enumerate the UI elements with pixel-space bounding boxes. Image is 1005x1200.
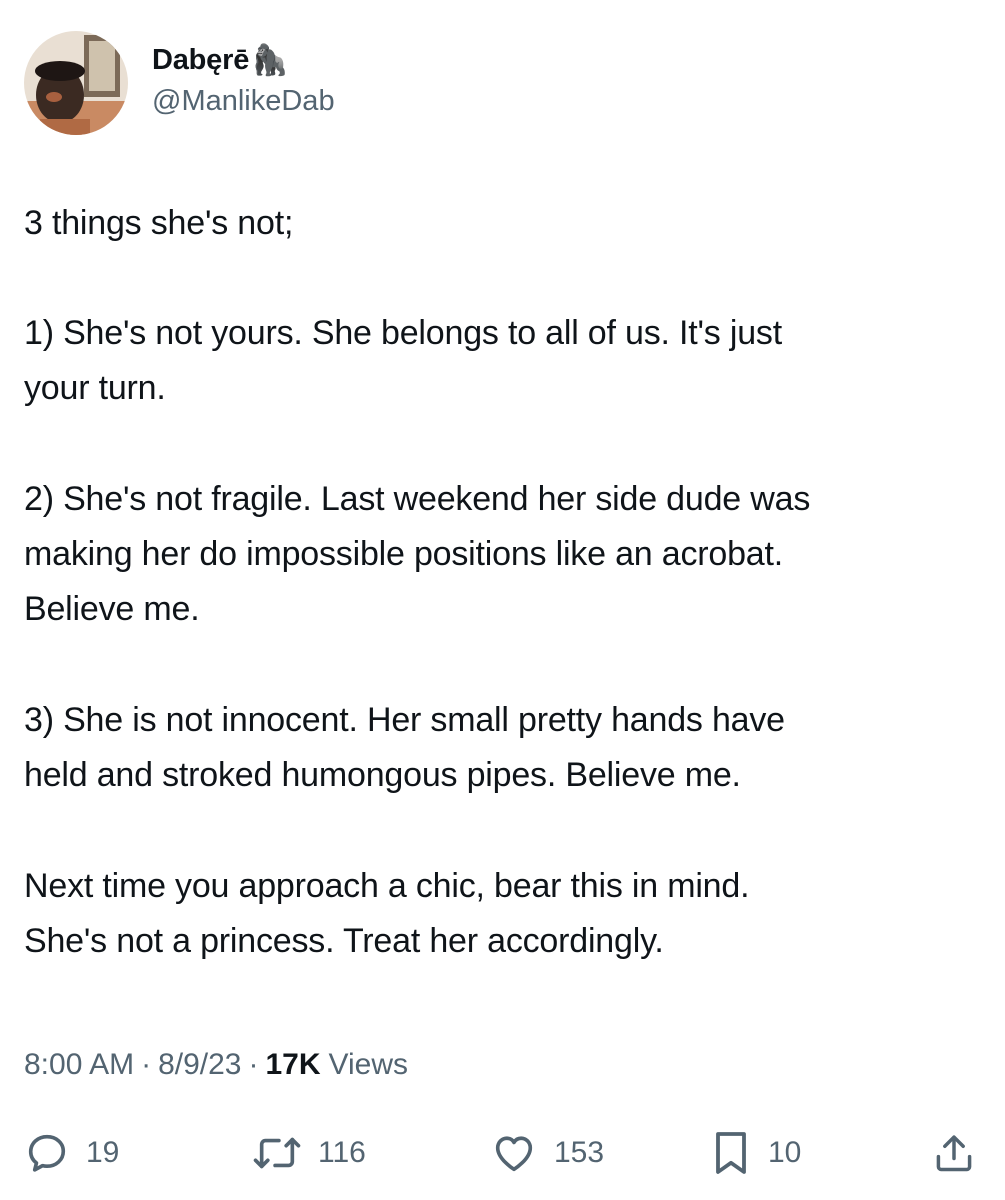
tweet-paragraph: 3 things she's not; xyxy=(24,204,294,242)
avatar-photo xyxy=(24,31,128,135)
views-label: Views xyxy=(328,1048,409,1081)
share-button[interactable] xyxy=(932,1128,976,1178)
heart-icon xyxy=(490,1130,538,1176)
gorilla-emoji-icon: 🦍 xyxy=(251,43,289,77)
reply-count: 19 xyxy=(86,1136,120,1169)
meta-separator: · xyxy=(141,1048,152,1081)
reply-button[interactable]: 19 xyxy=(24,1128,119,1178)
retweet-button[interactable]: 116 xyxy=(252,1128,366,1178)
display-name-row[interactable]: Dabęrē 🦍 xyxy=(152,41,335,81)
reply-icon xyxy=(24,1130,70,1176)
retweet-icon xyxy=(252,1130,302,1176)
tweet-meta: 8:00 AM · 8/9/23 · 17K Views xyxy=(24,1048,408,1082)
avatar[interactable] xyxy=(24,31,128,135)
meta-separator: · xyxy=(248,1048,259,1081)
tweet-header: Dabęrē 🦍 @ManlikeDab xyxy=(24,28,335,138)
tweet-text: 3 things she's not; 1) She's not yours. … xyxy=(24,196,984,1025)
bookmark-count: 10 xyxy=(768,1136,802,1169)
bookmark-button[interactable]: 10 xyxy=(710,1128,801,1178)
tweet-date[interactable]: 8/9/23 xyxy=(158,1048,241,1082)
like-count: 153 xyxy=(554,1136,605,1169)
tweet-actions: 19 116 153 10 xyxy=(24,1128,982,1178)
tweet-paragraph: Next time you approach a chic, bear this… xyxy=(24,867,750,960)
tweet-time[interactable]: 8:00 AM xyxy=(24,1048,134,1082)
retweet-count: 116 xyxy=(318,1136,366,1169)
views-count[interactable]: 17K xyxy=(266,1048,321,1082)
like-button[interactable]: 153 xyxy=(490,1128,604,1178)
user-handle[interactable]: @ManlikeDab xyxy=(152,85,335,118)
tweet-paragraph: 2) She's not fragile. Last weekend her s… xyxy=(24,480,811,628)
share-icon xyxy=(932,1130,976,1176)
tweet-paragraph: 3) She is not innocent. Her small pretty… xyxy=(24,701,785,794)
display-name[interactable]: Dabęrē xyxy=(152,44,249,77)
bookmark-icon xyxy=(710,1129,752,1177)
tweet-paragraph: 1) She's not yours. She belongs to all o… xyxy=(24,314,782,407)
user-info: Dabęrē 🦍 @ManlikeDab xyxy=(152,41,335,118)
